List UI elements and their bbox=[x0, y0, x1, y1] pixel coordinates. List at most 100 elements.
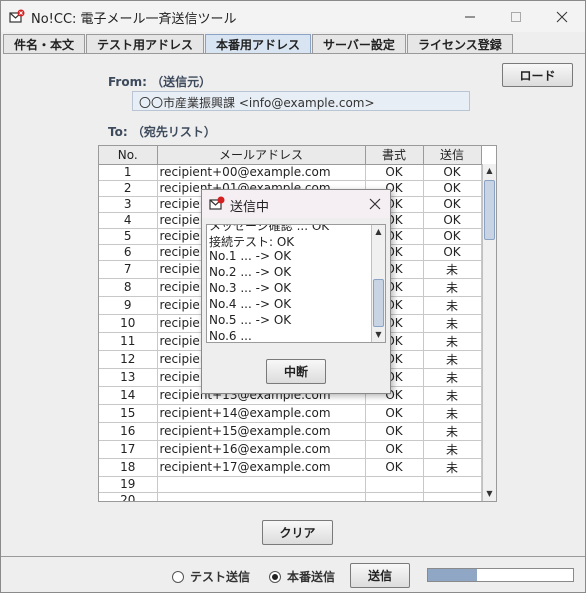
cell-sent[interactable]: 未 bbox=[423, 440, 482, 459]
radio-test-send[interactable]: テスト送信 bbox=[172, 568, 250, 585]
table-row[interactable]: 1 recipient+00@example.com OK OK bbox=[99, 164, 482, 181]
radio-prod-send[interactable]: 本番送信 bbox=[269, 568, 335, 585]
dialog-close-icon[interactable] bbox=[369, 198, 381, 210]
cell-sent[interactable]: 未 bbox=[423, 350, 482, 369]
cell-sent[interactable]: 未 bbox=[423, 314, 482, 333]
tab-production-addresses[interactable]: 本番用アドレス bbox=[205, 34, 312, 54]
cell-no[interactable]: 6 bbox=[99, 244, 158, 261]
dialog-scroll-thumb[interactable] bbox=[373, 279, 384, 327]
cell-sent[interactable]: OK bbox=[423, 212, 482, 229]
cell-no[interactable]: 3 bbox=[99, 196, 158, 213]
cell-format[interactable]: OK bbox=[365, 440, 424, 459]
col-header-no[interactable]: No. bbox=[99, 146, 158, 165]
cell-no[interactable]: 13 bbox=[99, 368, 158, 387]
table-row[interactable]: 17 recipient+16@example.com OK 未 bbox=[99, 440, 482, 459]
cell-no[interactable]: 11 bbox=[99, 332, 158, 351]
log-line: 接続テスト: OK bbox=[209, 235, 295, 249]
dialog-log-scrollbar[interactable]: ▲ ▼ bbox=[371, 225, 385, 342]
cell-email[interactable]: recipient+16@example.com bbox=[157, 440, 366, 459]
cell-sent[interactable]: 未 bbox=[423, 332, 482, 351]
table-row[interactable]: 18 recipient+17@example.com OK 未 bbox=[99, 458, 482, 477]
cell-no[interactable]: 4 bbox=[99, 212, 158, 229]
col-header-sent[interactable]: 送信 bbox=[423, 146, 482, 165]
window-title: No!CC: 電子メール一斉送信ツール bbox=[31, 12, 237, 27]
log-line: No.4 ... -> OK bbox=[209, 297, 292, 311]
cell-format[interactable]: OK bbox=[365, 458, 424, 477]
cell-sent[interactable]: OK bbox=[423, 244, 482, 261]
cell-no[interactable]: 16 bbox=[99, 422, 158, 441]
cell-no[interactable]: 19 bbox=[99, 476, 158, 493]
cell-sent[interactable] bbox=[423, 492, 482, 501]
cell-format[interactable] bbox=[365, 476, 424, 493]
scroll-down-icon[interactable]: ▼ bbox=[483, 487, 496, 501]
cell-no[interactable]: 14 bbox=[99, 386, 158, 405]
scroll-up-icon[interactable]: ▲ bbox=[483, 164, 496, 178]
cell-email[interactable] bbox=[157, 476, 366, 493]
table-row[interactable]: 15 recipient+14@example.com OK 未 bbox=[99, 404, 482, 423]
dialog-scroll-up-icon[interactable]: ▲ bbox=[372, 225, 385, 239]
minimize-button[interactable] bbox=[447, 1, 493, 32]
log-line: No.3 ... -> OK bbox=[209, 281, 292, 295]
load-button[interactable]: ロード bbox=[502, 63, 573, 87]
cell-sent[interactable]: 未 bbox=[423, 368, 482, 387]
table-row[interactable]: 16 recipient+15@example.com OK 未 bbox=[99, 422, 482, 441]
table-scrollbar[interactable]: ▲ ▼ bbox=[482, 164, 496, 501]
cell-sent[interactable]: 未 bbox=[423, 386, 482, 405]
cell-no[interactable]: 10 bbox=[99, 314, 158, 333]
cell-no[interactable]: 17 bbox=[99, 440, 158, 459]
cell-sent[interactable]: OK bbox=[423, 228, 482, 245]
cell-sent[interactable] bbox=[423, 476, 482, 493]
cell-sent[interactable]: OK bbox=[423, 196, 482, 213]
cell-no[interactable]: 2 bbox=[99, 180, 158, 197]
cell-format[interactable] bbox=[365, 492, 424, 501]
cell-no[interactable]: 12 bbox=[99, 350, 158, 369]
cell-no[interactable]: 8 bbox=[99, 278, 158, 297]
tab-test-addresses[interactable]: テスト用アドレス bbox=[86, 34, 205, 53]
tab-subject-body[interactable]: 件名・本文 bbox=[3, 34, 86, 53]
cell-no[interactable]: 7 bbox=[99, 260, 158, 279]
cell-email[interactable] bbox=[157, 492, 366, 501]
cell-format[interactable]: OK bbox=[365, 422, 424, 441]
radio-off-icon[interactable] bbox=[172, 570, 184, 583]
cell-no[interactable]: 9 bbox=[99, 296, 158, 315]
cell-email[interactable]: recipient+15@example.com bbox=[157, 422, 366, 441]
sending-dialog: 送信中 メッセージ確認 ... OK 接続テスト: OK No.1 ... -> O… bbox=[201, 189, 391, 394]
scroll-thumb[interactable] bbox=[484, 180, 495, 240]
cell-email[interactable]: recipient+17@example.com bbox=[157, 458, 366, 477]
cell-no[interactable]: 1 bbox=[99, 164, 158, 181]
cell-no[interactable]: 5 bbox=[99, 228, 158, 245]
from-field[interactable]: 〇〇市産業振興課 <info@example.com> bbox=[132, 91, 470, 111]
dialog-app-icon bbox=[209, 196, 225, 210]
table-row[interactable]: 19 bbox=[99, 476, 482, 493]
cell-sent[interactable]: 未 bbox=[423, 278, 482, 297]
maximize-button[interactable] bbox=[493, 1, 539, 32]
cell-format[interactable]: OK bbox=[365, 404, 424, 423]
radio-on-icon[interactable] bbox=[269, 570, 281, 583]
send-button[interactable]: 送信 bbox=[350, 563, 410, 588]
cell-sent[interactable]: 未 bbox=[423, 296, 482, 315]
radio-prod-label: 本番送信 bbox=[287, 570, 336, 584]
cell-email[interactable]: recipient+14@example.com bbox=[157, 404, 366, 423]
dialog-scroll-down-icon[interactable]: ▼ bbox=[372, 328, 385, 342]
cell-format[interactable]: OK bbox=[365, 164, 424, 181]
col-header-email[interactable]: メールアドレス bbox=[157, 146, 366, 165]
cell-no[interactable]: 15 bbox=[99, 404, 158, 423]
tab-license[interactable]: ライセンス登録 bbox=[406, 34, 513, 53]
clear-button[interactable]: クリア bbox=[262, 520, 333, 545]
table-row[interactable]: 20 bbox=[99, 492, 482, 501]
tab-server-settings[interactable]: サーバー設定 bbox=[312, 34, 406, 53]
cell-sent[interactable]: 未 bbox=[423, 458, 482, 477]
cell-email[interactable]: recipient+00@example.com bbox=[157, 164, 366, 181]
close-button[interactable] bbox=[539, 1, 585, 32]
cell-sent[interactable]: OK bbox=[423, 180, 482, 197]
abort-button[interactable]: 中断 bbox=[266, 359, 326, 384]
dialog-log[interactable]: メッセージ確認 ... OK 接続テスト: OK No.1 ... -> OK No.… bbox=[206, 224, 386, 343]
col-header-format[interactable]: 書式 bbox=[365, 146, 424, 165]
cell-sent[interactable]: 未 bbox=[423, 260, 482, 279]
cell-sent[interactable]: 未 bbox=[423, 422, 482, 441]
cell-no[interactable]: 18 bbox=[99, 458, 158, 477]
cell-no[interactable]: 20 bbox=[99, 492, 158, 501]
send-progress-fill bbox=[428, 569, 478, 581]
cell-sent[interactable]: 未 bbox=[423, 404, 482, 423]
cell-sent[interactable]: OK bbox=[423, 164, 482, 181]
